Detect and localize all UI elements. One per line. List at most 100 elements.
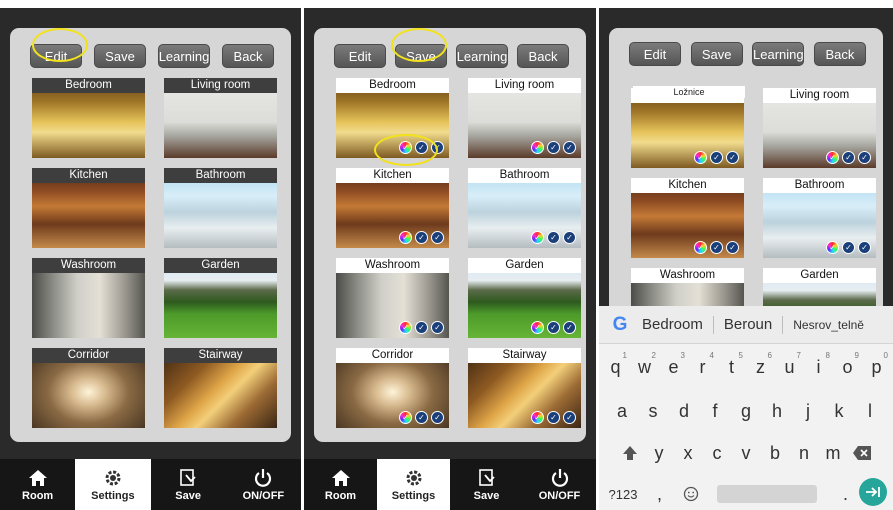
light-icon[interactable]: ✓ [547,321,560,334]
nav-settings[interactable]: Settings [75,459,151,510]
rgb-light-icon[interactable]: ✓ [694,151,707,164]
key-m[interactable]: m [823,440,844,466]
key-y[interactable]: y [649,440,670,466]
room-tile-kitchen[interactable]: Kitchen ✓ ✓ ✓ [631,178,744,258]
backspace-key[interactable] [852,440,873,466]
room-tile-garden[interactable]: Garden ✓ ✓ ✓ [468,258,581,338]
key-e[interactable]: e3 [663,351,685,380]
key-r[interactable]: r4 [692,351,715,380]
rgb-light-icon[interactable]: ✓ [399,411,412,424]
edit-button[interactable]: Edit [30,44,82,68]
rgb-light-icon[interactable]: ✓ [531,231,544,244]
comma-key[interactable]: , [649,481,670,507]
key-k[interactable]: k [829,398,850,424]
light-icon[interactable]: ✓ [431,141,444,154]
rgb-light-icon[interactable]: ✓ [399,231,412,244]
key-o[interactable]: o9 [837,351,859,380]
learning-button[interactable]: Learning [158,44,210,68]
light-icon[interactable]: ✓ [563,141,576,154]
light-icon[interactable]: ✓ [726,241,739,254]
nav-save[interactable]: Save [450,459,523,510]
symbols-key[interactable]: ?123 [607,481,639,507]
room-tile-bedroom[interactable]: Bedroom✓✓✓ [336,78,449,158]
rgb-light-icon[interactable]: ✓ [531,321,544,334]
key-d[interactable]: d [674,398,695,424]
key-n[interactable]: n [794,440,815,466]
room-tile-bedroom[interactable]: Bedroom✓✓✓ [631,88,744,168]
learning-button[interactable]: Learning [456,44,508,68]
edit-button[interactable]: Edit [629,42,681,66]
room-tile-stairway[interactable]: Stairway [164,348,277,428]
light-icon[interactable]: ✓ [563,231,576,244]
nav-settings[interactable]: Settings [377,459,450,510]
room-tile-bathroom[interactable]: Bathroom ✓ ✓ ✓ [468,168,581,248]
key-i[interactable]: i8 [808,351,831,380]
room-tile-garden[interactable]: Garden [164,258,277,338]
key-u[interactable]: u7 [779,351,801,380]
rgb-light-icon[interactable]: ✓ [826,241,839,254]
suggestion-2[interactable]: Beroun [714,316,782,333]
period-key[interactable]: . [835,481,856,507]
rgb-light-icon[interactable]: ✓ [826,151,839,164]
key-s[interactable]: s [643,398,664,424]
key-c[interactable]: c [707,440,728,466]
light-icon[interactable]: ✓ [431,411,444,424]
save-button[interactable]: Save [690,42,743,66]
rgb-light-icon[interactable]: ✓ [399,321,412,334]
room-tile-washroom[interactable]: Washroom [32,258,145,338]
key-v[interactable]: v [736,440,757,466]
light-icon[interactable]: ✓ [415,231,428,244]
learning-button[interactable]: Learning [752,42,805,66]
key-x[interactable]: x [678,440,699,466]
light-icon[interactable]: ✓ [563,411,576,424]
light-icon[interactable]: ✓ [842,241,855,254]
rgb-light-icon[interactable]: ✓ [531,141,544,154]
light-icon[interactable]: ✓ [415,411,428,424]
light-icon[interactable]: ✓ [563,321,576,334]
nav-room[interactable]: Room [304,459,377,510]
back-button[interactable]: Back [813,42,866,66]
save-button[interactable]: Save [395,44,447,68]
google-icon[interactable]: G [608,314,632,336]
key-h[interactable]: h [767,398,788,424]
nav-onoff[interactable]: ON/OFF [523,459,596,510]
nav-onoff[interactable]: ON/OFF [226,459,301,510]
key-j[interactable]: j [798,398,819,424]
room-tile-corridor[interactable]: Corridor [32,348,145,428]
light-icon[interactable]: ✓ [710,151,723,164]
room-tile-corridor[interactable]: Corridor ✓ ✓ ✓ [336,348,449,428]
room-tile-kitchen[interactable]: Kitchen [32,168,145,248]
emoji-key[interactable] [680,481,701,507]
space-key[interactable] [717,485,817,503]
nav-room[interactable]: Room [0,459,75,510]
room-tile-bathroom[interactable]: Bathroom ✓ ✓ ✓ [763,178,876,258]
key-l[interactable]: l [860,398,881,424]
suggestion-3[interactable]: Nesrov_telně [783,318,874,332]
key-w[interactable]: w2 [634,351,656,380]
light-icon[interactable]: ✓ [547,231,560,244]
light-icon[interactable]: ✓ [415,321,428,334]
key-a[interactable]: a [612,398,633,424]
shift-key[interactable] [620,440,641,466]
room-tile-living-room[interactable]: Living room ✓ ✓ ✓ [763,88,876,168]
back-button[interactable]: Back [222,44,274,68]
rgb-light-icon[interactable]: ✓ [531,411,544,424]
light-icon[interactable]: ✓ [431,231,444,244]
room-tile-living-room[interactable]: Living room [164,78,277,158]
nav-save[interactable]: Save [151,459,226,510]
light-icon[interactable]: ✓ [858,241,871,254]
rgb-light-icon[interactable]: ✓ [694,241,707,254]
light-icon[interactable]: ✓ [858,151,871,164]
key-z[interactable]: z6 [750,351,772,380]
back-button[interactable]: Back [517,44,569,68]
light-icon[interactable]: ✓ [431,321,444,334]
key-q[interactable]: q1 [605,351,627,380]
key-p[interactable]: p0 [866,351,888,380]
enter-key[interactable] [859,478,887,506]
save-button[interactable]: Save [94,44,146,68]
light-icon[interactable]: ✓ [415,141,428,154]
key-g[interactable]: g [736,398,757,424]
key-b[interactable]: b [765,440,786,466]
light-icon[interactable]: ✓ [547,411,560,424]
light-icon[interactable]: ✓ [726,151,739,164]
